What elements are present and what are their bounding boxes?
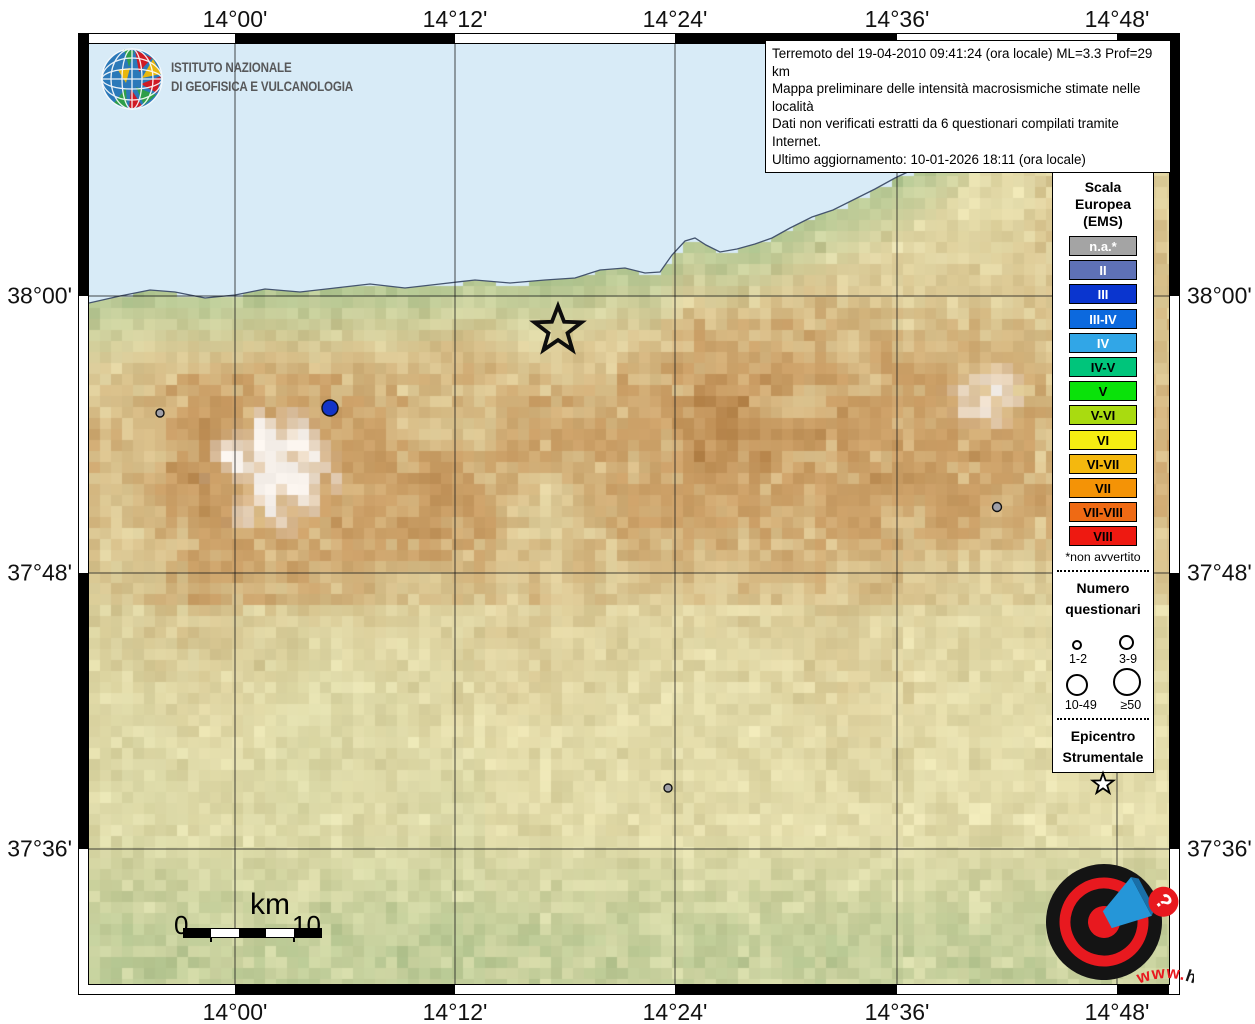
intensity-scale-chips: n.a.* II III III-IV IV IV-V V V-VI VI VI-VII VII VI…: [1053, 236, 1153, 547]
questionnaire-size-label: ≥50: [1120, 698, 1142, 713]
lon-axis-label: 14°12': [422, 6, 488, 32]
intensity-chip-vi: VI: [1069, 429, 1137, 450]
intensity-chip-vii-viii: VII-VIII: [1069, 502, 1137, 523]
intensity-chip-iii-iv: III-IV: [1069, 308, 1137, 329]
scale-bar-unit: km: [250, 888, 290, 921]
intensity-chip-v: V: [1069, 381, 1137, 402]
ingv-logo: ISTITUTO NAZIONALE DI GEOFISICA E VULCAN…: [99, 46, 359, 116]
lon-axis-label: 14°00': [202, 6, 268, 32]
info-box-line: Dati non verificati estratti da 6 questi…: [772, 116, 1119, 149]
earthquake-info-box: Terremoto del 19-04-2010 09:41:24 (ora l…: [765, 40, 1171, 174]
legend-title-line: Europea: [1074, 196, 1131, 212]
legend-title-line: Strumentale: [1062, 749, 1144, 766]
questionnaire-size-labels-row1: 1-2 3-9: [1053, 652, 1153, 666]
questionnaire-size-label: 1-2: [1068, 652, 1088, 667]
info-box-line: Terremoto del 19-04-2010 09:41:24 (ora l…: [772, 46, 1153, 79]
lat-axis-label: 37°36': [7, 835, 72, 862]
lon-axis-label: 14°36': [864, 999, 930, 1024]
scale-bar-start: 0: [174, 910, 189, 940]
questionnaire-size-circle: [1071, 640, 1082, 651]
frame-outline: [88, 43, 1170, 985]
questionnaire-size-circle: [1119, 635, 1135, 651]
lon-axis-label: 14°24': [642, 6, 708, 32]
questionnaire-size-label: 3-9: [1118, 652, 1138, 667]
legend-panel: Scala Europea (EMS) n.a.* II III III-IV IV IV-V…: [1052, 172, 1154, 796]
questionnaire-size-labels-row2: 10-49 ≥50: [1053, 698, 1153, 712]
lat-axis-label: 37°48': [1187, 559, 1252, 586]
legend-title-line: Numero: [1076, 580, 1130, 597]
lon-axis-label: 14°00': [202, 999, 268, 1024]
questionnaire-size-circle: [1112, 668, 1141, 697]
ingv-globe-icon: [101, 48, 163, 110]
intensity-chip-iii: III: [1069, 284, 1137, 305]
intensity-chip-iv-v: IV-V: [1069, 356, 1137, 377]
legend-footnote: *non avvertito: [1065, 550, 1141, 565]
macroseismic-map-page: { "branding": { "institute_line1": "ISTI…: [0, 0, 1255, 1024]
intensity-chip-vii: VII: [1069, 477, 1137, 498]
haisentitoilterremoto-watermark: www.haisentitoilterremoto.it ?: [1014, 834, 1255, 1024]
questionnaire-size-label: 10-49: [1064, 698, 1097, 713]
legend-title-line: questionari: [1065, 601, 1141, 618]
questionnaire-size-symbols-row1: [1053, 622, 1153, 652]
legend-questionnaire-title: Numero questionari: [1053, 578, 1153, 620]
institute-name-line2: DI GEOFISICA E VULCANOLOGIA: [171, 79, 353, 94]
questionnaire-size-symbols-row2: [1053, 668, 1153, 698]
info-box-line: Mappa preliminare delle intensità macros…: [772, 81, 1141, 114]
legend-separator-2: [1057, 718, 1149, 721]
map-scale-bar: km 0 10: [160, 888, 360, 942]
lat-axis-label: 37°36': [1187, 835, 1252, 862]
institute-name-line1: ISTITUTO NAZIONALE: [171, 60, 292, 75]
lon-axis-label: 14°48': [1084, 6, 1150, 32]
intensity-chip-iv: IV: [1069, 332, 1137, 353]
legend-title-line: Scala: [1084, 179, 1122, 195]
legend-title-line: (EMS): [1083, 213, 1123, 229]
legend-epicenter-title: Epicentro Strumentale: [1053, 726, 1153, 768]
lat-axis-label: 38°00': [1187, 282, 1252, 309]
lon-axis-label: 14°24': [642, 999, 708, 1024]
intensity-chip-v-vi: V-VI: [1069, 405, 1137, 426]
legend-scale-title: Scala Europea (EMS): [1053, 179, 1153, 230]
legend-title-line: Epicentro: [1070, 728, 1136, 745]
lat-axis-label: 38°00': [7, 282, 72, 309]
scale-bar-end: 10: [292, 910, 321, 940]
lon-axis-label: 14°12': [422, 999, 488, 1024]
intensity-chip-viii: VIII: [1069, 526, 1137, 547]
legend-separator: [1057, 570, 1149, 573]
legend-epicenter-star-icon: [1053, 770, 1153, 803]
lon-axis-label: 14°36': [864, 6, 930, 32]
intensity-chip-ii: II: [1069, 260, 1137, 281]
questionnaire-size-circle: [1065, 674, 1088, 697]
lat-axis-label: 37°48': [7, 559, 72, 586]
info-box-line: Ultimo aggiornamento: 10-01-2026 18:11 (…: [772, 151, 1086, 167]
intensity-chip-n-a-: n.a.*: [1069, 236, 1137, 256]
intensity-chip-vi-vii: VI-VII: [1069, 453, 1137, 474]
